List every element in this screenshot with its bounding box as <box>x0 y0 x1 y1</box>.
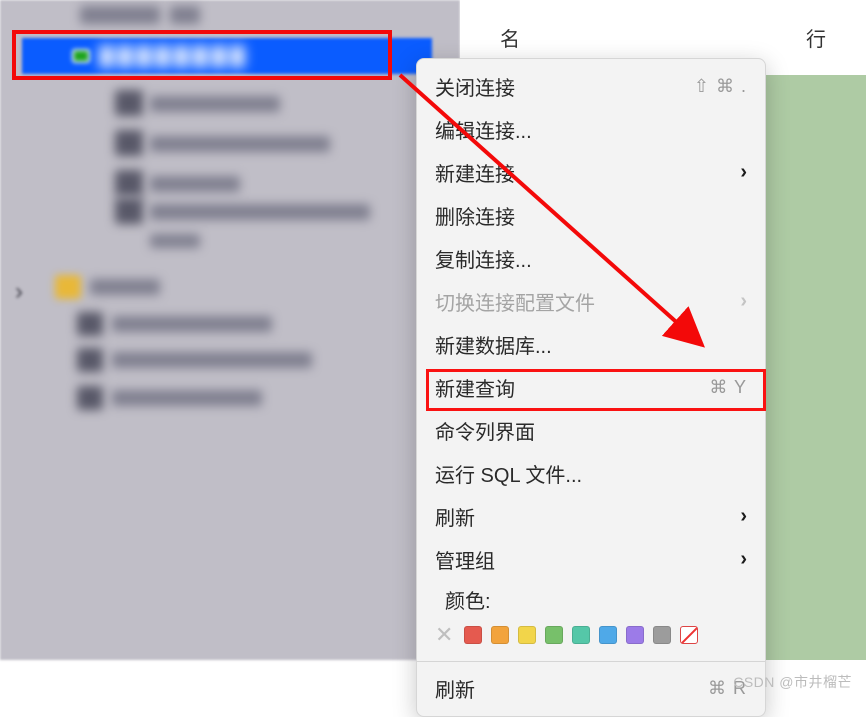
menu-duplicate-connection[interactable]: 复制连接... <box>417 237 765 280</box>
color-swatch[interactable] <box>572 626 590 644</box>
menu-color-label: 颜色: <box>417 581 765 616</box>
color-swatch[interactable] <box>545 626 563 644</box>
menu-new-connection[interactable]: 新建连接 › <box>417 151 765 194</box>
connection-status-icon <box>72 49 90 63</box>
menu-label: 刷新 <box>435 502 475 531</box>
menu-new-query[interactable]: 新建查询 ⌘ Y <box>417 366 765 409</box>
chevron-right-icon: › <box>740 290 747 313</box>
color-swatch[interactable] <box>626 626 644 644</box>
menu-label: 运行 SQL 文件... <box>435 459 582 488</box>
expand-chevron-icon[interactable]: › <box>15 278 23 306</box>
menu-label: 新建连接 <box>435 158 515 187</box>
connection-name: ████████ <box>100 46 250 67</box>
menu-label: 复制连接... <box>435 244 532 273</box>
menu-edit-connection[interactable]: 编辑连接... <box>417 108 765 151</box>
menu-label: 命令列界面 <box>435 416 535 445</box>
selected-connection-row[interactable]: ████████ <box>22 38 432 74</box>
menu-delete-connection[interactable]: 删除连接 <box>417 194 765 237</box>
watermark: CSDN @市井榴芒 <box>733 672 852 692</box>
no-color-swatch[interactable] <box>680 626 698 644</box>
chevron-right-icon: › <box>740 548 747 571</box>
clear-color-icon[interactable]: ✕ <box>435 622 453 648</box>
menu-label: 切换连接配置文件 <box>435 287 595 316</box>
menu-label: 编辑连接... <box>435 115 532 144</box>
menu-cli[interactable]: 命令列界面 <box>417 409 765 452</box>
menu-refresh-2[interactable]: 刷新 ⌘ R <box>417 667 765 710</box>
menu-shortcut: ⌘ Y <box>709 377 747 398</box>
menu-shortcut: ⇧ ⌘ . <box>694 76 747 97</box>
menu-label: 关闭连接 <box>435 72 515 101</box>
menu-switch-profile: 切换连接配置文件 › <box>417 280 765 323</box>
menu-label: 新建数据库... <box>435 330 552 359</box>
menu-separator <box>417 661 765 662</box>
connection-tree-panel: ████████ › <box>0 0 460 660</box>
menu-label: 管理组 <box>435 545 495 574</box>
color-swatch[interactable] <box>464 626 482 644</box>
color-swatch[interactable] <box>518 626 536 644</box>
color-swatch[interactable] <box>599 626 617 644</box>
color-swatch[interactable] <box>653 626 671 644</box>
color-swatch-row: ✕ <box>417 616 765 656</box>
menu-label: 删除连接 <box>435 201 515 230</box>
chevron-right-icon: › <box>740 505 747 528</box>
menu-manage-group[interactable]: 管理组 › <box>417 538 765 581</box>
color-swatch[interactable] <box>491 626 509 644</box>
column-name-header: 名 <box>500 23 520 52</box>
menu-label: 新建查询 <box>435 373 515 402</box>
menu-new-database[interactable]: 新建数据库... <box>417 323 765 366</box>
menu-run-sql-file[interactable]: 运行 SQL 文件... <box>417 452 765 495</box>
menu-refresh[interactable]: 刷新 › <box>417 495 765 538</box>
column-row-header: 行 <box>806 23 826 52</box>
menu-close-connection[interactable]: 关闭连接 ⇧ ⌘ . <box>417 65 765 108</box>
context-menu: 关闭连接 ⇧ ⌘ . 编辑连接... 新建连接 › 删除连接 复制连接... 切… <box>416 58 766 717</box>
chevron-right-icon: › <box>740 161 747 184</box>
menu-label: 刷新 <box>435 674 475 703</box>
